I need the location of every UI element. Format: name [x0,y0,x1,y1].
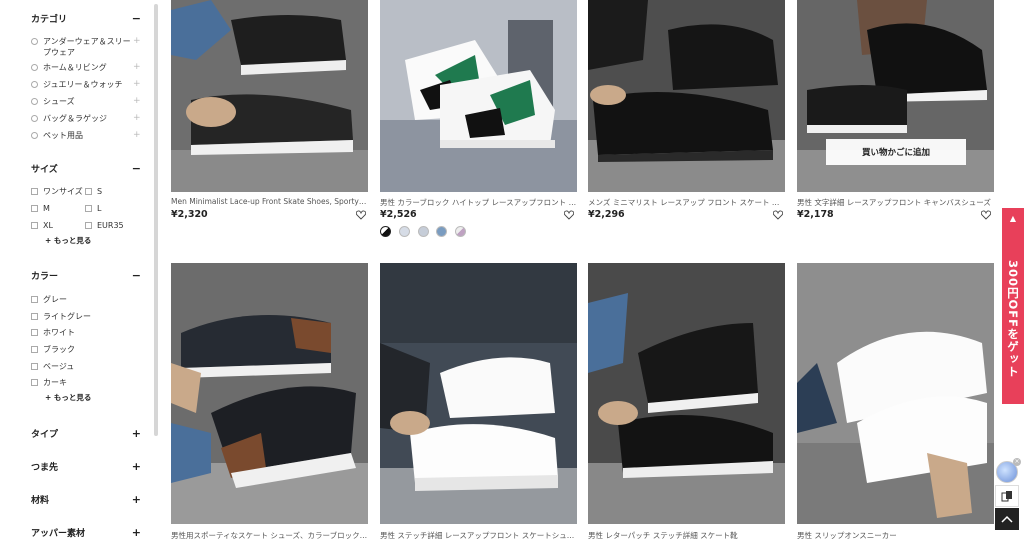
promo-text: 300円OFFをゲット [1006,259,1020,378]
product-image-3[interactable] [588,0,785,192]
product-name[interactable]: 男性 ステッチ詳細 レースアップフロント スケートシューズ [380,530,577,541]
filter-sidebar: カテゴリ − アンダーウェア＆スリープウェア + ホーム＆リビング + ジュエリー… [0,0,160,538]
product-image-1[interactable] [171,0,368,192]
checkbox[interactable] [31,346,38,353]
heart-icon[interactable] [773,210,783,220]
expand-icon[interactable]: + [133,130,141,140]
color-option[interactable]: カーキ [31,377,67,388]
checkbox[interactable] [85,205,92,212]
expand-icon[interactable]: + [133,113,141,123]
color-show-more-link[interactable]: + もっと見る [45,392,91,403]
expand-icon[interactable]: + [132,460,141,473]
product-name[interactable]: 男性 スリップオンスニーカー [797,530,994,541]
radio-icon[interactable] [31,64,38,71]
color-swatch[interactable] [436,226,447,237]
type-header[interactable]: タイプ + [31,425,141,441]
expand-icon[interactable]: + [132,427,141,440]
size-option[interactable]: S [85,186,102,197]
size-show-more-link[interactable]: + もっと見る [45,235,91,246]
collapse-icon[interactable]: − [132,12,141,25]
expand-icon[interactable]: + [132,493,141,506]
checkbox[interactable] [31,313,38,320]
expand-icon[interactable]: + [133,79,141,89]
size-option[interactable]: L [85,203,101,214]
category-option[interactable]: ジュエリー＆ウォッチ [31,79,122,90]
checkbox[interactable] [31,205,38,212]
expand-icon[interactable]: + [133,96,141,106]
product-price: ¥2,296 [588,209,625,220]
checkbox[interactable] [31,188,38,195]
color-header[interactable]: カラー − [31,267,141,283]
checkbox[interactable] [31,363,38,370]
checkbox[interactable] [31,296,38,303]
product-image-8[interactable] [797,263,994,524]
product-price: ¥2,178 [797,209,834,220]
product-image-4[interactable]: 買い物かごに追加 [797,0,994,192]
category-option[interactable]: シューズ [31,96,75,107]
checkbox[interactable] [85,222,92,229]
promo-arrow-icon: ▲ [1009,214,1017,223]
heart-icon[interactable] [356,210,366,220]
compare-button[interactable] [995,485,1019,507]
product-name[interactable]: 男性用スポーティなスケート シューズ、カラーブロック レースアップ [171,530,368,541]
color-option[interactable]: ブラック [31,344,75,355]
checkbox[interactable] [31,379,38,386]
collapse-icon[interactable]: − [132,162,141,175]
product-name[interactable]: Men Minimalist Lace-up Front Skate Shoes… [171,197,368,206]
product-price: ¥2,320 [171,209,208,220]
back-to-top-button[interactable] [995,508,1019,530]
category-option[interactable]: ペット用品 [31,130,83,141]
checkbox[interactable] [31,222,38,229]
product-image-2[interactable] [380,0,577,192]
close-icon[interactable]: × [1013,458,1021,466]
expand-icon[interactable]: + [132,526,141,539]
size-option[interactable]: XL [31,220,53,231]
radio-icon[interactable] [31,38,38,45]
size-option[interactable]: ワンサイズ [31,186,83,197]
radio-icon[interactable] [31,81,38,88]
color-option[interactable]: ライトグレー [31,311,91,322]
copy-icon [1001,491,1012,502]
heart-icon[interactable] [564,210,574,220]
color-swatch-selected[interactable] [380,226,391,237]
toe-header[interactable]: つま先 + [31,458,141,474]
color-swatch[interactable] [455,226,466,237]
material-header[interactable]: 材料 + [31,491,141,507]
color-option[interactable]: ベージュ [31,361,74,372]
checkbox[interactable] [85,188,92,195]
color-option[interactable]: グレー [31,294,67,305]
coupon-promo-tab[interactable]: ▲ 300円OFFをゲット [1002,208,1024,404]
color-option[interactable]: ホワイト [31,327,75,338]
radio-icon[interactable] [31,98,38,105]
size-option[interactable]: EUR35 [85,220,124,231]
heart-icon[interactable] [981,210,991,220]
category-option[interactable]: ホーム＆リビング [31,62,107,73]
category-option[interactable]: バッグ＆ラゲッジ [31,113,107,124]
add-to-cart-button[interactable]: 買い物かごに追加 [826,139,966,165]
product-name[interactable]: 男性 文字詳細 レースアップフロント キャンバスシューズ [797,197,994,208]
chevron-up-icon [1001,515,1013,523]
product-image-5[interactable] [171,263,368,524]
color-swatch[interactable] [399,226,410,237]
product-name[interactable]: 男性 カラーブロック ハイトップ レースアップフロント スケートシューズ [380,197,577,208]
sidebar-scrollbar[interactable] [154,4,158,436]
expand-icon[interactable]: + [133,36,141,46]
upper-material-header[interactable]: アッパー素材 + [31,524,141,539]
category-header[interactable]: カテゴリ − [31,10,141,26]
color-swatch[interactable] [418,226,429,237]
expand-icon[interactable]: + [133,62,141,72]
product-image-7[interactable] [588,263,785,524]
product-name[interactable]: メンズ ミニマリスト レースアップ フロント スケート シューズ [588,197,785,208]
size-header[interactable]: サイズ − [31,160,141,176]
radio-icon[interactable] [31,132,38,139]
product-image-6[interactable] [380,263,577,524]
product-price: ¥2,526 [380,209,417,220]
collapse-icon[interactable]: − [132,269,141,282]
size-option[interactable]: M [31,203,50,214]
category-option[interactable]: アンダーウェア＆スリープウェア [31,36,131,58]
radio-icon[interactable] [31,115,38,122]
checkbox[interactable] [31,329,38,336]
product-name[interactable]: 男性 レターパッチ ステッチ詳細 スケート靴 [588,530,785,541]
